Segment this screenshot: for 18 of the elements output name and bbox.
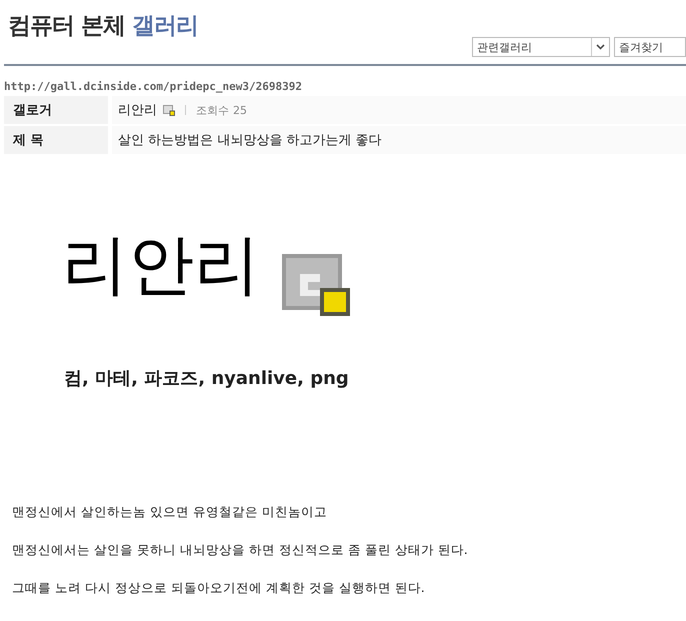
views-label: 조회수: [196, 102, 229, 118]
post-paragraph: 그때를 노려 다시 정상으로 되돌아오기전에 계획한 것을 실행하면 된다.: [12, 580, 426, 597]
related-gallery-select[interactable]: 관련갤러리: [472, 37, 610, 57]
post-paragraph: 맨정신에서 살인하는놈 있으면 유영철같은 미친놈이고: [12, 504, 328, 521]
post-paragraph: 맨정신에서는 살인을 못하니 내뇌망상을 하면 정신적으로 좀 풀린 상태가 된다.: [12, 542, 469, 559]
writer-label: 갤로거: [4, 96, 108, 124]
post-url[interactable]: http://gall.dcinside.com/pridepc_new3/2698392: [4, 80, 686, 93]
gallog-icon: [163, 104, 175, 116]
writer-name[interactable]: 리안리: [118, 101, 157, 119]
gallery-title-accent: 갤러리: [132, 13, 198, 39]
gallog-icon: [282, 254, 350, 316]
image-caption: 컴, 마테, 파코즈, nyanlive, png: [63, 367, 350, 390]
favorites-select[interactable]: 즐겨찾기: [614, 37, 686, 57]
image-title: 리안리: [62, 232, 260, 298]
views-count: 25: [233, 104, 247, 116]
gallery-title: 컴퓨터 본체: [8, 13, 126, 39]
subject-label: 제 목: [4, 126, 108, 154]
post-subject: 살인 하는방법은 내뇌망상을 하고가는게 좋다: [118, 132, 382, 149]
